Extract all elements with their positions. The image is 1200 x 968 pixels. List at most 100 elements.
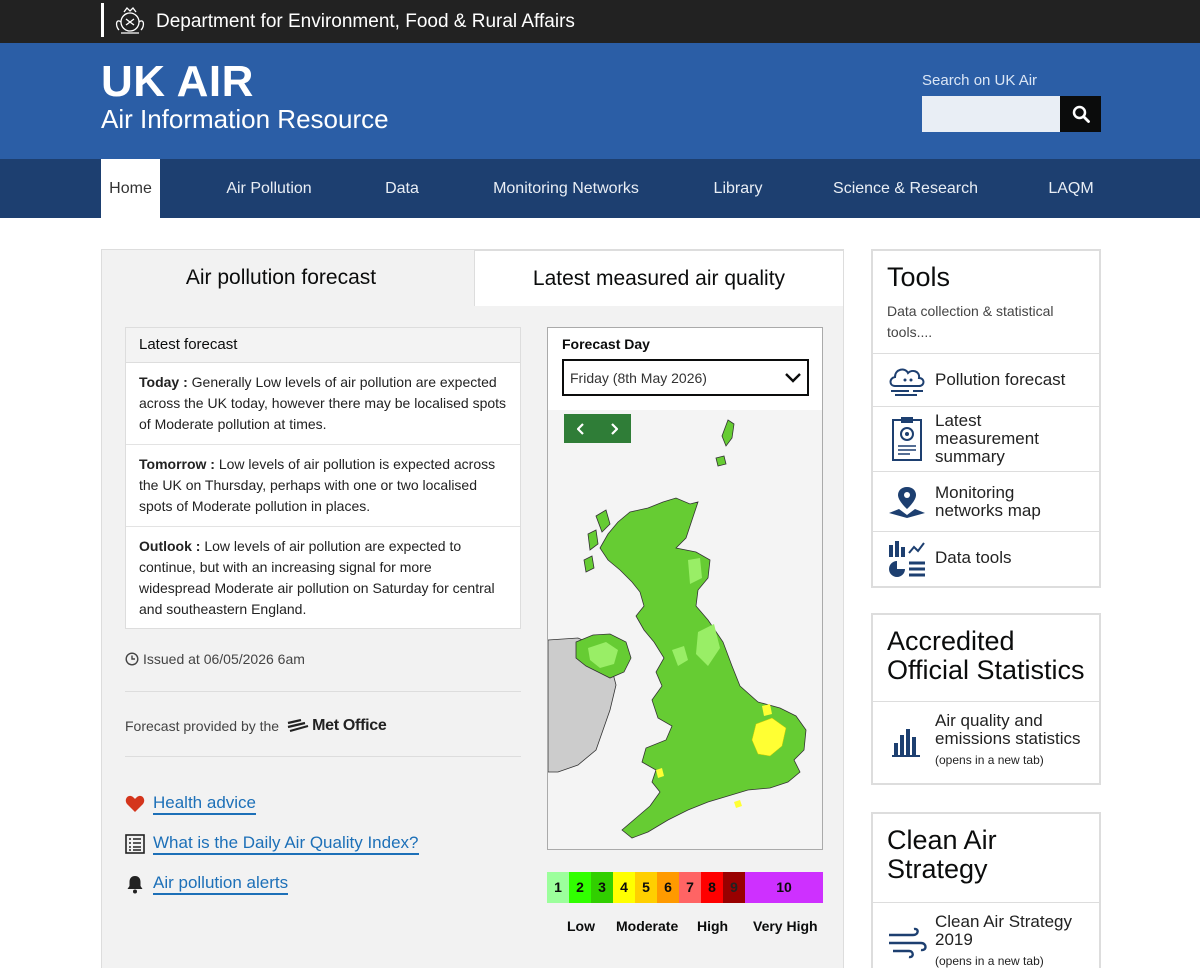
clean-air-link-text: Clean Air Strategy 2019 (opens in a new … bbox=[935, 913, 1085, 968]
daqi-cell-6: 6 bbox=[657, 872, 679, 903]
crest-divider bbox=[101, 3, 104, 37]
statistics-link[interactable]: Air quality and emissions statistics (op… bbox=[873, 701, 1099, 779]
bar-chart-icon bbox=[892, 728, 920, 757]
daqi-cell-5: 5 bbox=[635, 872, 657, 903]
forecast-today-label: Today : bbox=[139, 374, 188, 390]
forecast-tomorrow-label: Tomorrow : bbox=[139, 456, 215, 472]
site-title[interactable]: UK AIR bbox=[101, 57, 254, 107]
daqi-band-very-high: Very High bbox=[753, 918, 818, 934]
forecast-day-label: Forecast Day bbox=[562, 336, 650, 352]
site-header: UK AIR Air Information Resource Search o… bbox=[0, 43, 1200, 159]
daqi-band-low: Low bbox=[567, 918, 595, 934]
clock-icon bbox=[125, 652, 139, 666]
site-subtitle: Air Information Resource bbox=[101, 104, 389, 134]
latest-forecast-heading: Latest forecast bbox=[126, 328, 520, 363]
chevron-left-icon bbox=[576, 422, 584, 435]
daqi-cell-2: 2 bbox=[569, 872, 591, 903]
cloud-forecast-icon bbox=[889, 368, 925, 396]
clipboard-icon bbox=[892, 417, 922, 461]
nav-item-data[interactable]: Data bbox=[372, 159, 432, 218]
tool-data-tools[interactable]: Data tools bbox=[873, 531, 1099, 583]
next-day-button[interactable] bbox=[598, 414, 632, 443]
daqi-link[interactable]: What is the Daily Air Quality Index? bbox=[153, 833, 419, 855]
tab-latest-measured[interactable]: Latest measured air quality bbox=[474, 250, 844, 306]
health-advice-link-row: Health advice bbox=[125, 784, 419, 824]
nav-item-science-research[interactable]: Science & Research bbox=[828, 159, 983, 218]
daqi-cell-1: 1 bbox=[547, 872, 569, 903]
clean-air-link[interactable]: Clean Air Strategy 2019 (opens in a new … bbox=[873, 902, 1099, 968]
uk-map-shape bbox=[548, 410, 822, 849]
daqi-cell-10: 10 bbox=[745, 872, 823, 903]
statistics-link-note: (opens in a new tab) bbox=[935, 753, 1044, 767]
forecast-today: Today : Generally Low levels of air poll… bbox=[126, 363, 520, 445]
statistics-card: Accredited Official Statistics Air quali… bbox=[871, 613, 1101, 785]
tab-air-pollution-forecast[interactable]: Air pollution forecast bbox=[102, 250, 460, 306]
wind-icon bbox=[889, 927, 927, 959]
search-input[interactable] bbox=[922, 96, 1060, 132]
forecast-day-value: Friday (8th May 2026) bbox=[570, 369, 707, 386]
forecast-today-text: Generally Low levels of air pollution ar… bbox=[139, 374, 507, 432]
forecast-tomorrow: Tomorrow : Low levels of air pollution i… bbox=[126, 445, 520, 527]
tool-latest-measurement[interactable]: Latest measurement summary bbox=[873, 406, 1099, 471]
tools-title: Tools bbox=[887, 262, 951, 292]
latest-forecast-box: Latest forecast Today : Generally Low le… bbox=[125, 327, 521, 629]
nav-item-home[interactable]: Home bbox=[101, 159, 160, 218]
uk-forecast-map[interactable] bbox=[548, 410, 822, 849]
nav-item-library[interactable]: Library bbox=[703, 159, 773, 218]
tools-description: Data collection & statistical tools.... bbox=[887, 303, 1054, 340]
tool-latest-measurement-label: Latest measurement summary bbox=[935, 411, 1039, 466]
list-icon bbox=[125, 834, 145, 854]
clean-air-title: Clean Air Strategy bbox=[887, 825, 997, 884]
alerts-link[interactable]: Air pollution alerts bbox=[153, 873, 289, 895]
daqi-scale: 1 2 3 4 5 6 7 8 9 10 bbox=[547, 872, 823, 903]
tool-data-tools-label: Data tools bbox=[935, 547, 1012, 567]
forecast-provider: Forecast provided by the Met Office bbox=[125, 717, 387, 735]
nav-item-monitoring-networks[interactable]: Monitoring Networks bbox=[486, 159, 646, 218]
main-nav: Home Air Pollution Data Monitoring Netwo… bbox=[0, 159, 1200, 218]
tool-monitoring-map-label: Monitoring networks map bbox=[935, 482, 1041, 520]
statistics-link-label: Air quality and emissions statistics bbox=[935, 711, 1081, 748]
gov-bar: Department for Environment, Food & Rural… bbox=[0, 0, 1200, 43]
met-office-logo[interactable]: Met Office bbox=[287, 717, 387, 735]
alerts-link-row: Air pollution alerts bbox=[125, 864, 419, 904]
daqi-cell-3: 3 bbox=[591, 872, 613, 903]
forecast-panel: Air pollution forecast Latest measured a… bbox=[101, 249, 844, 968]
forecast-outlook-label: Outlook : bbox=[139, 538, 201, 554]
divider bbox=[125, 691, 521, 692]
charts-icon bbox=[889, 540, 925, 577]
tool-pollution-forecast[interactable]: Pollution forecast bbox=[873, 353, 1099, 406]
daqi-cell-9: 9 bbox=[723, 872, 745, 903]
daqi-band-high: High bbox=[697, 918, 729, 934]
met-office-name: Met Office bbox=[312, 717, 387, 734]
issued-text: Issued at 06/05/2026 6am bbox=[143, 651, 305, 667]
forecast-outlook: Outlook : Low levels of air pollution ar… bbox=[126, 527, 520, 629]
chevron-down-icon bbox=[785, 372, 801, 383]
clean-air-link-note: (opens in a new tab) bbox=[935, 954, 1044, 968]
forecast-map-box: Forecast Day Friday (8th May 2026) bbox=[547, 327, 823, 850]
clean-air-link-label: Clean Air Strategy 2019 bbox=[935, 912, 1073, 949]
daqi-cell-4: 4 bbox=[613, 872, 635, 903]
tool-monitoring-map[interactable]: Monitoring networks map bbox=[873, 471, 1099, 531]
statistics-link-text: Air quality and emissions statistics (op… bbox=[935, 712, 1085, 769]
forecast-day-select[interactable]: Friday (8th May 2026) bbox=[562, 359, 809, 396]
royal-crest-icon bbox=[115, 7, 145, 34]
bell-icon bbox=[127, 876, 143, 894]
search-button[interactable] bbox=[1060, 96, 1101, 132]
search-label: Search on UK Air bbox=[922, 72, 1038, 89]
divider bbox=[125, 756, 521, 757]
tool-pollution-forecast-label: Pollution forecast bbox=[935, 370, 1066, 389]
heart-icon bbox=[125, 795, 145, 812]
statistics-title: Accredited Official Statistics bbox=[887, 626, 1085, 685]
info-links: Health advice What is the Daily Air Qual… bbox=[125, 784, 419, 904]
map-pin-icon bbox=[889, 486, 925, 518]
search-icon bbox=[1072, 105, 1090, 123]
provided-by-text: Forecast provided by the bbox=[125, 718, 280, 734]
nav-item-laqm[interactable]: LAQM bbox=[1040, 159, 1102, 218]
clean-air-card: Clean Air Strategy Clean Air Strategy 20… bbox=[871, 812, 1101, 968]
daqi-band-moderate: Moderate bbox=[616, 918, 679, 934]
nav-item-air-pollution[interactable]: Air Pollution bbox=[212, 159, 326, 218]
health-advice-link[interactable]: Health advice bbox=[153, 793, 257, 815]
department-name[interactable]: Department for Environment, Food & Rural… bbox=[156, 11, 575, 33]
met-office-swoosh-icon bbox=[287, 719, 309, 733]
previous-day-button[interactable] bbox=[564, 414, 598, 443]
